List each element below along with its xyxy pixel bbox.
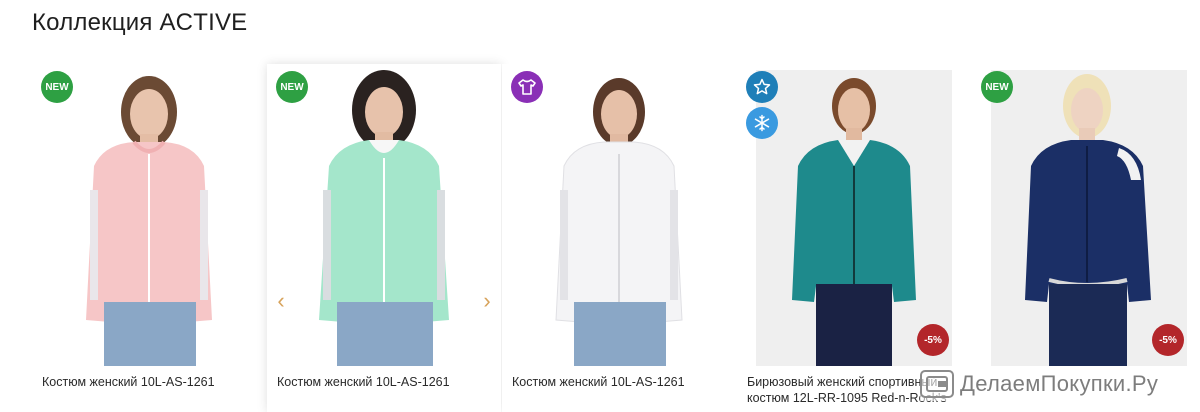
product-title[interactable]: Костюм женский 10L-AS-1261 (277, 374, 493, 390)
discount-badge: -5% (917, 324, 949, 356)
wallet-icon (920, 370, 954, 398)
snowflake-badge (746, 107, 778, 139)
shirt-icon (518, 79, 536, 95)
product-card[interactable]: NEW Костюм женский 10L-AS-1261 (32, 64, 266, 412)
section-title: Коллекция ACTIVE (32, 9, 248, 36)
product-card[interactable]: Костюм женский 10L-AS-1261 (502, 64, 736, 412)
product-image[interactable] (42, 70, 256, 366)
watermark: ДелаемПокупки.Ру (920, 367, 1159, 401)
shirt-badge (511, 71, 543, 103)
carousel-prev-button[interactable]: ‹ (273, 288, 289, 313)
product-title[interactable]: Костюм женский 10L-AS-1261 (42, 374, 258, 390)
product-card[interactable]: NEW -5% (972, 64, 1200, 412)
new-badge: NEW (981, 71, 1013, 103)
product-title[interactable]: Костюм женский 10L-AS-1261 (512, 374, 728, 390)
product-card[interactable]: -5% Бирюзовый женский спортивный костюм … (737, 64, 971, 412)
carousel-next-button[interactable]: › (479, 288, 495, 313)
star-badge (746, 71, 778, 103)
new-badge: NEW (41, 71, 73, 103)
watermark-text: ДелаемПокупки.Ру (960, 371, 1159, 396)
chevron-right-icon: › (483, 288, 491, 313)
snowflake-icon (754, 114, 770, 132)
product-image[interactable] (512, 70, 726, 366)
product-image[interactable] (277, 70, 491, 366)
product-image[interactable] (756, 70, 952, 366)
chevron-left-icon: ‹ (277, 288, 285, 313)
product-card-active[interactable]: NEW ‹ › Костюм женский 10L-AS-1261 (267, 64, 501, 412)
product-image[interactable] (991, 70, 1187, 366)
star-icon (753, 78, 771, 95)
discount-badge: -5% (1152, 324, 1184, 356)
new-badge: NEW (276, 71, 308, 103)
